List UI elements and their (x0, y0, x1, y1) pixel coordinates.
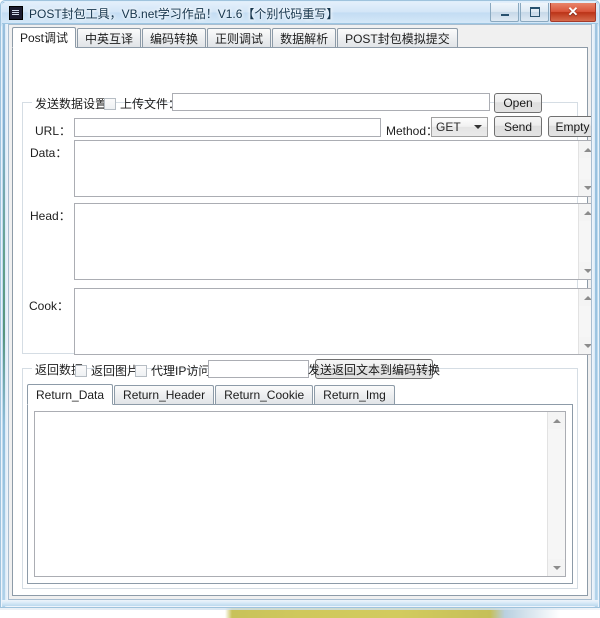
cook-scrollbar[interactable] (578, 289, 591, 354)
url-input[interactable] (74, 118, 381, 137)
cook-textarea-content (75, 289, 579, 354)
return-tab-page (27, 404, 573, 584)
cook-label: Cook： (29, 299, 70, 313)
maximize-icon (529, 6, 540, 17)
chevron-down-icon (470, 119, 486, 135)
cook-textarea[interactable] (74, 288, 591, 355)
method-select[interactable]: GET (431, 117, 488, 137)
tab-return-cookie[interactable]: Return_Cookie (215, 385, 314, 404)
tab-page-post-debug: 发送数据设置 上传文件： Open URL： Method： GET Send (12, 47, 591, 596)
send-data-groupbox-title: 发送数据设置 (32, 95, 111, 112)
scroll-down-icon[interactable] (579, 179, 591, 196)
send-button[interactable]: Send (494, 116, 542, 137)
return-data-scrollbar[interactable] (547, 412, 565, 576)
return-image-label: 返回图片 (91, 364, 140, 378)
window-frame-right (592, 2, 598, 607)
tab-regex-debug[interactable]: 正则调试 (207, 28, 272, 47)
return-tab-strip: Return_Data Return_Header Return_Cookie … (27, 384, 573, 405)
return-data-groupbox: 返回数据 返回图片 代理IP访问： 发送返回文本到编码转换 Return_Dat… (22, 359, 578, 589)
window-title: POST封包工具，VB.net学习作品！V1.6【个别代码重写】 (29, 6, 339, 21)
checkbox-box-icon (75, 364, 87, 377)
head-label: Head： (30, 209, 71, 223)
window-frame-bottom (2, 600, 598, 606)
close-button[interactable]: ✕ (550, 2, 596, 22)
checkbox-box-icon (135, 364, 147, 377)
upload-path-input[interactable] (172, 93, 490, 111)
data-textarea[interactable] (74, 140, 591, 197)
head-textarea-content (75, 204, 579, 279)
return-data-textarea[interactable] (34, 411, 566, 577)
return-data-content (35, 412, 548, 576)
method-value: GET (436, 120, 461, 134)
scroll-up-icon[interactable] (579, 141, 591, 158)
tab-encoding-convert[interactable]: 编码转换 (142, 28, 207, 47)
client-area: Post调试 中英互译 编码转换 正则调试 数据解析 POST封包模拟提交 发送… (8, 24, 592, 600)
return-image-checkbox[interactable]: 返回图片 (75, 362, 139, 379)
upload-file-checkbox[interactable]: 上传文件： (104, 95, 180, 112)
head-textarea[interactable] (74, 203, 591, 280)
send-return-text-to-encoder-button[interactable]: 发送返回文本到编码转换 (308, 359, 440, 379)
desktop-background: POST封包工具，VB.net学习作品！V1.6【个别代码重写】 ✕ Post调… (0, 0, 600, 618)
tab-return-header[interactable]: Return_Header (114, 385, 215, 404)
app-icon[interactable] (9, 6, 23, 20)
scroll-down-icon[interactable] (548, 559, 565, 576)
data-scrollbar[interactable] (578, 141, 591, 196)
application-window: POST封包工具，VB.net学习作品！V1.6【个别代码重写】 ✕ Post调… (0, 0, 600, 608)
upload-file-label: 上传文件： (120, 97, 181, 111)
data-label: Data： (30, 146, 68, 160)
tab-return-data[interactable]: Return_Data (27, 384, 114, 405)
scroll-down-icon[interactable] (579, 337, 591, 354)
proxy-ip-input[interactable] (208, 360, 309, 378)
checkbox-box-icon (104, 97, 116, 110)
tab-translate[interactable]: 中英互译 (77, 28, 142, 47)
scroll-up-icon[interactable] (579, 289, 591, 306)
tab-post-debug[interactable]: Post调试 (12, 27, 77, 48)
minimize-icon (500, 13, 509, 16)
data-textarea-content (75, 141, 579, 196)
head-scrollbar[interactable] (578, 204, 591, 279)
window-controls: ✕ (489, 2, 596, 22)
taskbar-strip (0, 608, 600, 618)
url-label: URL： (35, 124, 72, 138)
close-icon: ✕ (567, 4, 579, 19)
tab-data-parse[interactable]: 数据解析 (272, 28, 337, 47)
scroll-up-icon[interactable] (579, 204, 591, 221)
tab-return-img[interactable]: Return_Img (314, 385, 395, 404)
scroll-up-icon[interactable] (548, 412, 565, 429)
open-button[interactable]: Open (494, 93, 542, 113)
maximize-button[interactable] (520, 2, 549, 22)
minimize-button[interactable] (490, 2, 519, 22)
scroll-down-icon[interactable] (579, 262, 591, 279)
empty-button[interactable]: Empty (548, 116, 591, 137)
title-bar[interactable]: POST封包工具，VB.net学习作品！V1.6【个别代码重写】 ✕ (2, 2, 598, 24)
tab-post-simulate[interactable]: POST封包模拟提交 (337, 28, 458, 47)
tab-strip-filler (459, 28, 588, 47)
return-tab-strip-filler (396, 385, 573, 404)
main-tab-strip: Post调试 中英互译 编码转换 正则调试 数据解析 POST封包模拟提交 (12, 27, 588, 48)
